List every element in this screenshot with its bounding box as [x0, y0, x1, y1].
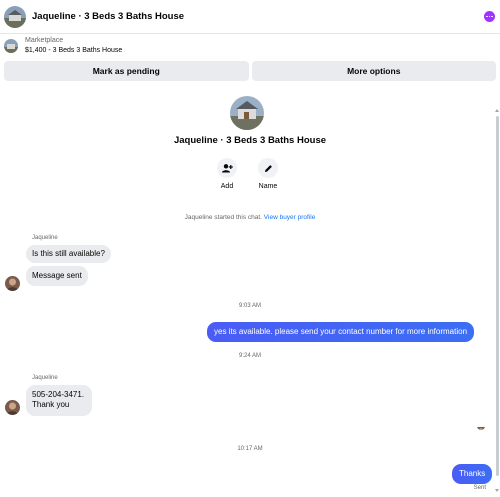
sender-avatar[interactable]	[5, 276, 20, 291]
message-line: 505-204-3471.	[32, 390, 85, 399]
profile-name: Jaqueline · 3 Beds 3 Baths House	[173, 135, 327, 146]
listing-summary[interactable]: Marketplace $1,400 - 3 Beds 3 Baths Hous…	[0, 34, 500, 58]
marketplace-label: Marketplace	[25, 37, 64, 44]
chat-started-text: Jaqueline started this chat.	[184, 214, 262, 221]
chat-started-note: Jaqueline started this chat. View buyer …	[0, 214, 500, 221]
chat-title[interactable]: Jaqueline · 3 Beds 3 Baths House	[32, 11, 184, 22]
outgoing-message[interactable]: yes its available. please send your cont…	[207, 322, 475, 342]
more-options-button[interactable]: More options	[251, 61, 496, 81]
listing-thumbnail	[4, 39, 18, 53]
pencil-icon	[258, 158, 278, 178]
listing-actions: Mark as pending More options	[4, 61, 496, 81]
incoming-message[interactable]: Is this still available?	[26, 245, 111, 263]
listing-price-title: $1,400 - 3 Beds 3 Baths House	[25, 47, 123, 54]
sender-avatar[interactable]	[5, 400, 20, 415]
listing-avatar[interactable]	[4, 5, 26, 28]
scroll-up-arrow[interactable]	[495, 109, 499, 112]
seen-avatar	[477, 422, 485, 430]
scrollbar-thumb[interactable]	[496, 116, 499, 476]
scroll-down-arrow[interactable]	[495, 489, 499, 492]
chat-header: Jaqueline · 3 Beds 3 Baths House	[0, 0, 500, 34]
incoming-message[interactable]: Message sent	[26, 266, 88, 286]
message-line: Thank you	[32, 400, 70, 409]
add-button[interactable]: Add	[207, 158, 247, 190]
view-buyer-profile-link[interactable]: View buyer profile	[264, 214, 316, 221]
mark-as-pending-button[interactable]: Mark as pending	[4, 61, 249, 81]
add-person-icon	[217, 158, 237, 178]
outgoing-message[interactable]: Thanks	[452, 464, 493, 484]
message-sender: Jaqueline	[32, 235, 58, 241]
add-label: Add	[220, 183, 234, 190]
message-timestamp: 9:03 AM	[238, 303, 261, 309]
message-timestamp: 10:17 AM	[237, 446, 263, 452]
message-sender: Jaqueline	[32, 375, 58, 381]
incoming-message[interactable]: 505-204-3471. Thank you	[26, 385, 93, 416]
name-button[interactable]: Name	[248, 158, 288, 190]
message-status: Sent	[473, 485, 486, 491]
more-dots-icon[interactable]	[484, 11, 495, 22]
name-label: Name	[258, 183, 278, 190]
message-timestamp: 9:24 AM	[238, 353, 261, 359]
profile-avatar	[230, 96, 264, 130]
